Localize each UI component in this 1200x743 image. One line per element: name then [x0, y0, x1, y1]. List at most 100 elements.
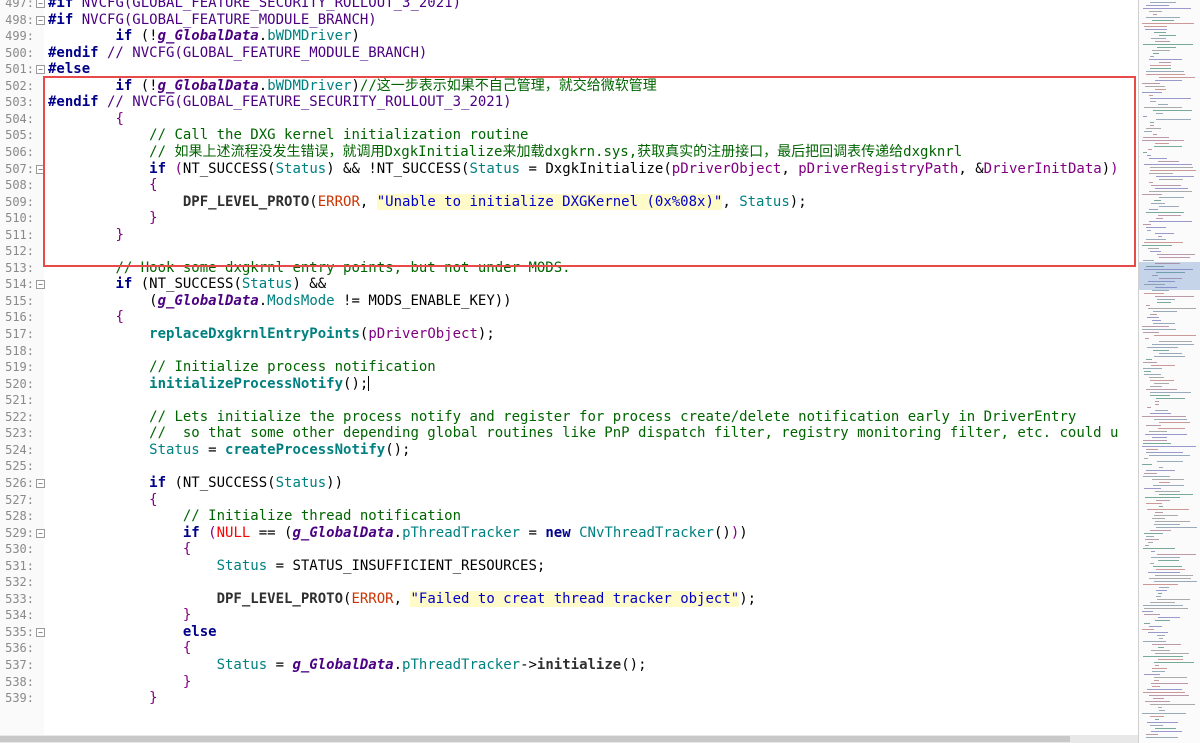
code-token: NT_SUCCESS( [182, 160, 276, 177]
minimap-line [1152, 290, 1169, 291]
code-line[interactable]: 514: − if (NT_SUCCESS(Status) && [0, 276, 1138, 293]
code-line[interactable]: 515: (g_GlobalData.ModsMode != MODS_ENAB… [0, 293, 1138, 310]
code-token: bWDMDriver [267, 28, 352, 45]
code-line[interactable]: 521: [0, 392, 1138, 409]
code-line[interactable]: 507: − if (NT_SUCCESS(Status) && !NT_SUCC… [0, 161, 1138, 178]
code-line[interactable]: 534: } [0, 607, 1138, 624]
code-text: #if NVCFG(GLOBAL_FEATURE_MODULE_BRANCH) [48, 12, 377, 29]
code-line[interactable]: 528: // Initialize thread notification [0, 508, 1138, 525]
code-token: , [359, 193, 377, 210]
horizontal-scrollbar[interactable] [0, 735, 1138, 743]
code-line[interactable]: 511: } [0, 227, 1138, 244]
code-line[interactable]: 497: − #if NVCFG(GLOBAL_FEATURE_SECURITY_R… [0, 0, 1138, 12]
code-line[interactable]: 500: #endif // NVCFG(GLOBAL_FEATURE_MODUL… [0, 45, 1138, 62]
minimap-line [1151, 551, 1155, 552]
line-number: 497: [5, 0, 34, 10]
code-line[interactable]: 499: if (!g_GlobalData.bWDMDriver) [0, 28, 1138, 45]
line-number: 512: [5, 244, 34, 259]
code-line[interactable]: 512: [0, 243, 1138, 260]
code-line[interactable]: 519: // Initialize process notification [0, 359, 1138, 376]
horizontal-scrollbar-thumb[interactable] [0, 736, 1070, 742]
code-token: #if [48, 11, 74, 28]
code-line[interactable]: 501: − #else [0, 61, 1138, 78]
line-number: 531: [5, 558, 34, 573]
code-text: else [48, 624, 217, 641]
line-number: 514: [5, 277, 34, 292]
fold-toggle-icon[interactable]: − [36, 0, 45, 8]
code-line[interactable]: 520: initializeProcessNotify(); [0, 376, 1138, 393]
code-line[interactable]: 526: − if (NT_SUCCESS(Status)) [0, 475, 1138, 492]
code-line[interactable]: 538: } [0, 674, 1138, 691]
minimap-line [1142, 83, 1160, 84]
minimap-line [1151, 38, 1166, 39]
code-line[interactable]: 525: [0, 458, 1138, 475]
minimap-line [1149, 191, 1192, 192]
code-line[interactable]: 498: − #if NVCFG(GLOBAL_FEATURE_MODULE_BRA… [0, 12, 1138, 29]
fold-toggle-icon[interactable]: − [36, 627, 45, 637]
code-line[interactable]: 539: } [0, 690, 1138, 707]
code-line[interactable]: 529: − if (NULL == (g_GlobalData.pThreadT… [0, 525, 1138, 542]
fold-toggle-icon[interactable]: − [36, 478, 45, 488]
code-line[interactable]: 522: // Lets initialize the process noti… [0, 409, 1138, 426]
code-line[interactable]: 530: { [0, 541, 1138, 558]
code-line[interactable]: 510: } [0, 210, 1138, 227]
code-line[interactable]: 509: DPF_LEVEL_PROTO(ERROR, "Unable to i… [0, 193, 1138, 211]
fold-toggle-icon[interactable]: − [36, 280, 45, 290]
code-token: ) && !NT_SUCCESS( [326, 160, 470, 177]
minimap-line [1154, 524, 1180, 525]
minimap-line [1145, 539, 1159, 540]
code-editor[interactable]: 497: − #if NVCFG(GLOBAL_FEATURE_SECURITY_R… [0, 0, 1138, 735]
code-line[interactable]: 535: − else [0, 624, 1138, 641]
line-number: 524: [5, 442, 34, 457]
fold-toggle-icon[interactable]: − [36, 15, 45, 25]
code-line[interactable]: 504: { [0, 111, 1138, 128]
minimap-line [1155, 491, 1180, 492]
minimap-line [1156, 398, 1185, 399]
minimap-line [1150, 125, 1154, 126]
minimap-line [1159, 179, 1183, 180]
minimap-line [1153, 566, 1182, 567]
code-line[interactable]: 536: { [0, 640, 1138, 657]
document-minimap[interactable] [1138, 0, 1200, 743]
code-text: if (!g_GlobalData.bWDMDriver) [48, 28, 359, 45]
code-line[interactable]: 517: replaceDxgkrnlEntryPoints(pDriverOb… [0, 326, 1138, 343]
fold-toggle-icon[interactable]: − [36, 65, 45, 75]
code-line[interactable]: 506: // 如果上述流程没发生错误，就调用DxgkInitialize来加载… [0, 144, 1138, 161]
code-token: if [115, 28, 133, 45]
code-line[interactable]: 518: [0, 343, 1138, 360]
minimap-line [1142, 329, 1176, 330]
minimap-line [1146, 737, 1178, 738]
code-line[interactable]: 523: // so that some other depending glo… [0, 425, 1138, 442]
line-number: 518: [5, 343, 34, 358]
code-token: )) [326, 474, 344, 491]
line-number: 502: [5, 78, 34, 93]
code-line[interactable]: 533: DPF_LEVEL_PROTO(ERROR, "Failed to c… [0, 590, 1138, 608]
code-line[interactable]: 508: { [0, 177, 1138, 194]
line-number: 515: [5, 293, 34, 308]
code-token: ) [351, 77, 360, 94]
minimap-line [1158, 236, 1162, 237]
code-line[interactable]: 503: #endif // NVCFG(GLOBAL_FEATURE_SECUR… [0, 94, 1138, 111]
code-line[interactable]: 505: // Call the DXG kernel initializati… [0, 127, 1138, 144]
minimap-line [1156, 590, 1167, 591]
code-text: { [48, 111, 123, 128]
minimap-line [1148, 542, 1153, 543]
code-line[interactable]: 527: { [0, 492, 1138, 509]
minimap-line [1155, 404, 1159, 405]
fold-toggle-icon[interactable]: − [36, 164, 45, 174]
minimap-viewport[interactable] [1139, 262, 1200, 290]
code-line[interactable]: 502: if (!g_GlobalData.bWDMDriver)//这一步表… [0, 78, 1138, 95]
code-token: if [115, 77, 133, 94]
code-line[interactable]: 537: Status = g_GlobalData.pThreadTracke… [0, 657, 1138, 674]
code-line[interactable]: 513: // Hook some dxgkrnl entry points, … [0, 260, 1138, 277]
code-line[interactable]: 532: [0, 574, 1138, 591]
code-token: g_GlobalData [157, 77, 259, 94]
minimap-line [1153, 134, 1157, 135]
minimap-line [1146, 425, 1161, 426]
minimap-line [1144, 608, 1188, 609]
fold-toggle-icon[interactable]: − [36, 528, 45, 538]
code-line[interactable]: 531: Status = STATUS_INSUFFICIENT_RESOUR… [0, 558, 1138, 575]
code-line[interactable]: 516: { [0, 309, 1138, 326]
code-line[interactable]: 524: Status = createProcessNotify(); [0, 442, 1138, 459]
